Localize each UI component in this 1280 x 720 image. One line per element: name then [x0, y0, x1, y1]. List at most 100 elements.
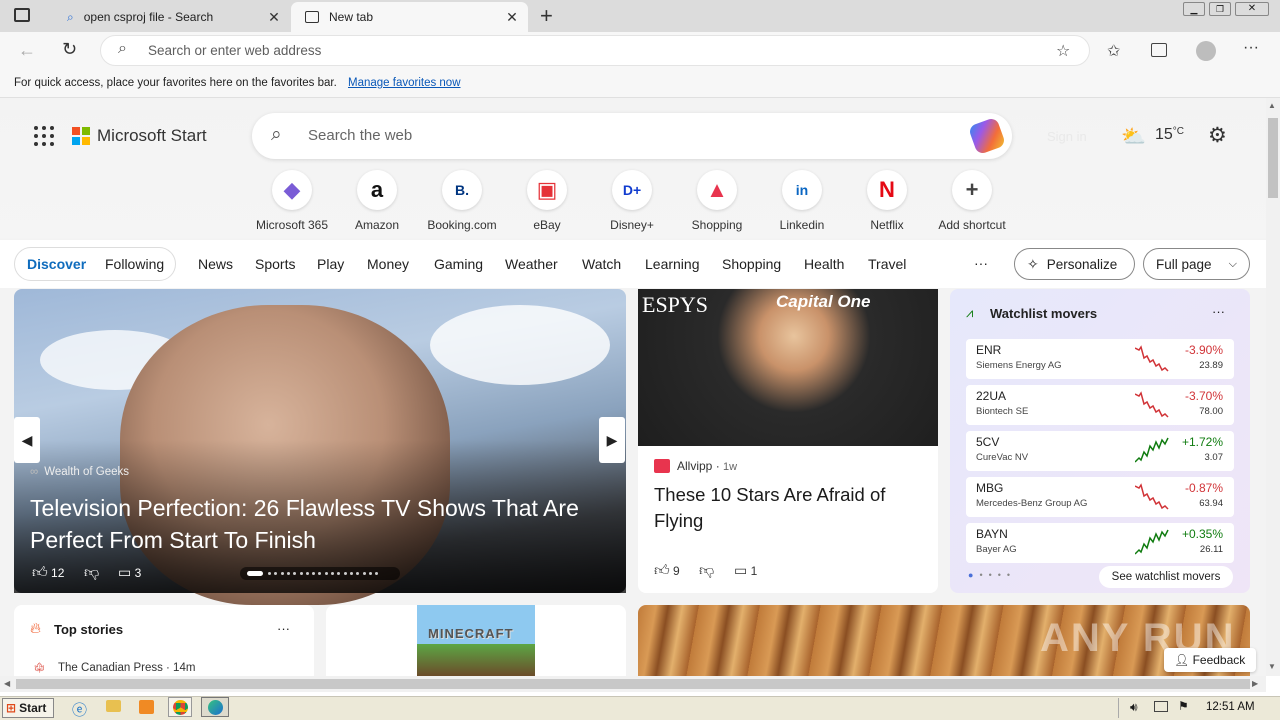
shortcut-plus[interactable]: + Add shortcut: [927, 170, 1017, 232]
watchlist-title[interactable]: Watchlist movers: [990, 306, 1097, 321]
ie-icon[interactable]: ⓔ: [72, 699, 87, 720]
nav-item-play[interactable]: Play: [317, 256, 344, 272]
top-stories-title[interactable]: Top stories: [54, 622, 123, 637]
clock[interactable]: 12:51 AM: [1206, 701, 1255, 713]
sign-in-link[interactable]: Sign in: [1047, 129, 1087, 144]
carousel-dot[interactable]: [324, 572, 328, 575]
favorites-icon[interactable]: ✩: [1107, 41, 1120, 61]
carousel-dot[interactable]: [268, 572, 271, 575]
nav-item-travel[interactable]: Travel: [868, 256, 906, 272]
carousel-dot[interactable]: [362, 572, 366, 575]
close-icon[interactable]: ✕: [502, 9, 522, 26]
nav-item-gaming[interactable]: Gaming: [434, 256, 483, 272]
carousel-active-dot[interactable]: [247, 571, 263, 576]
scroll-down-arrow[interactable]: ▼: [1268, 662, 1276, 671]
start-button[interactable]: ⊞ Start: [2, 698, 54, 718]
tab-search[interactable]: ⌕ open csproj file - Search ✕: [55, 2, 290, 32]
shortcut-linkedin[interactable]: in Linkedin: [757, 170, 847, 232]
personalize-button[interactable]: ✧ Personalize: [1014, 248, 1135, 280]
carousel-dot[interactable]: [280, 572, 284, 575]
scroll-left-arrow[interactable]: ◀: [4, 679, 10, 688]
temperature[interactable]: 15°C: [1155, 126, 1184, 144]
feedback-button[interactable]: 👤︎ Feedback: [1164, 648, 1256, 672]
shortcut-disney[interactable]: D+ Disney+: [587, 170, 677, 232]
nav-item-health[interactable]: Health: [804, 256, 844, 272]
tab-actions-icon[interactable]: [14, 8, 30, 22]
netflix-icon: N: [867, 170, 907, 210]
carousel-dot[interactable]: [331, 572, 334, 575]
refresh-button[interactable]: ↻: [62, 39, 77, 60]
flag-icon[interactable]: ⚑: [1178, 699, 1189, 713]
carousel-dot[interactable]: [299, 572, 303, 575]
new-tab-button[interactable]: +: [540, 3, 553, 29]
chrome-icon[interactable]: [168, 697, 192, 717]
nav-item-money[interactable]: Money: [367, 256, 409, 272]
brand-title[interactable]: Microsoft Start: [97, 126, 207, 146]
more-nav-icon[interactable]: ···: [974, 255, 988, 271]
shortcut-label: Booking.com: [427, 218, 497, 232]
see-watchlist-button[interactable]: See watchlist movers: [1099, 566, 1233, 588]
shortcut-netflix[interactable]: N Netflix: [842, 170, 932, 232]
hero-comment-button[interactable]: ▭ 3: [118, 564, 141, 581]
hero-dislike-button[interactable]: 👎︎: [84, 564, 99, 582]
horizontal-scroll-thumb[interactable]: [16, 679, 1250, 689]
restore-button[interactable]: ❐: [1209, 2, 1231, 16]
hero-headline[interactable]: Television Perfection: 26 Flawless TV Sh…: [30, 492, 620, 556]
close-window-button[interactable]: ✕: [1235, 2, 1269, 16]
hero-like-button[interactable]: 👍︎ 12: [32, 564, 64, 582]
tab-discover[interactable]: Discover: [27, 256, 86, 272]
nav-item-shopping[interactable]: Shopping: [722, 256, 781, 272]
nav-item-sports[interactable]: Sports: [255, 256, 295, 272]
amazon-icon: a: [357, 170, 397, 210]
news-card-headline[interactable]: These 10 Stars Are Afraid of Flying: [654, 482, 930, 534]
tab-following[interactable]: Following: [105, 256, 164, 272]
manage-favorites-link[interactable]: Manage favorites now: [348, 77, 461, 89]
carousel-dot[interactable]: [368, 572, 372, 575]
minimize-button[interactable]: ▁: [1183, 2, 1205, 16]
nav-item-news[interactable]: News: [198, 256, 233, 272]
shortcut-amazon[interactable]: a Amazon: [332, 170, 422, 232]
card2-like-button[interactable]: 👍︎ 9: [654, 562, 680, 580]
card2-dislike-button[interactable]: 👎︎: [699, 562, 714, 580]
card2-comment-button[interactable]: ▭ 1: [734, 562, 757, 579]
carousel-dot[interactable]: [305, 572, 309, 575]
close-icon[interactable]: ✕: [264, 9, 284, 26]
carousel-dot[interactable]: [349, 572, 353, 575]
vertical-scroll-thumb[interactable]: [1268, 118, 1278, 198]
watchlist-more-icon[interactable]: ···: [1212, 304, 1225, 319]
web-search-placeholder: Search the web: [308, 127, 413, 144]
media-player-icon[interactable]: [139, 700, 154, 714]
nav-item-watch[interactable]: Watch: [582, 256, 621, 272]
sparkline-chart: [1135, 483, 1169, 510]
carousel-dot[interactable]: [343, 572, 347, 575]
news-card-sign: Capital One: [776, 292, 871, 311]
edge-icon[interactable]: [201, 697, 229, 717]
shortcut-booking[interactable]: B. Booking.com: [417, 170, 507, 232]
prev-arrow-button[interactable]: ◀: [14, 417, 40, 463]
add-favorite-icon[interactable]: ☆: [1056, 41, 1070, 61]
nav-item-weather[interactable]: Weather: [505, 256, 558, 272]
apps-launcher-icon[interactable]: [34, 126, 54, 146]
gear-icon[interactable]: ⚙: [1208, 123, 1227, 148]
shortcut-shopping[interactable]: ▲ Shopping: [672, 170, 762, 232]
volume-icon[interactable]: 🔊︎: [1130, 700, 1138, 715]
scroll-up-arrow[interactable]: ▲: [1268, 101, 1276, 110]
next-arrow-button[interactable]: ▶: [599, 417, 625, 463]
settings-more-icon[interactable]: ···: [1243, 39, 1259, 57]
folder-icon[interactable]: [106, 700, 121, 712]
top-stories-more-icon[interactable]: ···: [277, 621, 290, 636]
collections-icon[interactable]: [1151, 43, 1167, 57]
weather-cloud-icon[interactable]: ⛅: [1121, 124, 1146, 149]
sparkline: [1135, 391, 1169, 418]
shortcut-ebay[interactable]: ▣ eBay: [502, 170, 592, 232]
tab-new[interactable]: New tab ✕: [291, 2, 528, 32]
profile-avatar[interactable]: [1196, 41, 1216, 61]
full-page-dropdown[interactable]: Full page ⌵: [1143, 248, 1250, 280]
network-icon[interactable]: [1154, 701, 1168, 712]
scroll-right-arrow[interactable]: ▶: [1252, 679, 1258, 688]
carousel-dot[interactable]: [286, 572, 290, 575]
nav-item-learning[interactable]: Learning: [645, 256, 700, 272]
shortcut-microsoft365[interactable]: ◆ Microsoft 365: [247, 170, 337, 232]
shortcut-label: Microsoft 365: [255, 218, 329, 232]
back-button[interactable]: ←: [18, 40, 36, 61]
